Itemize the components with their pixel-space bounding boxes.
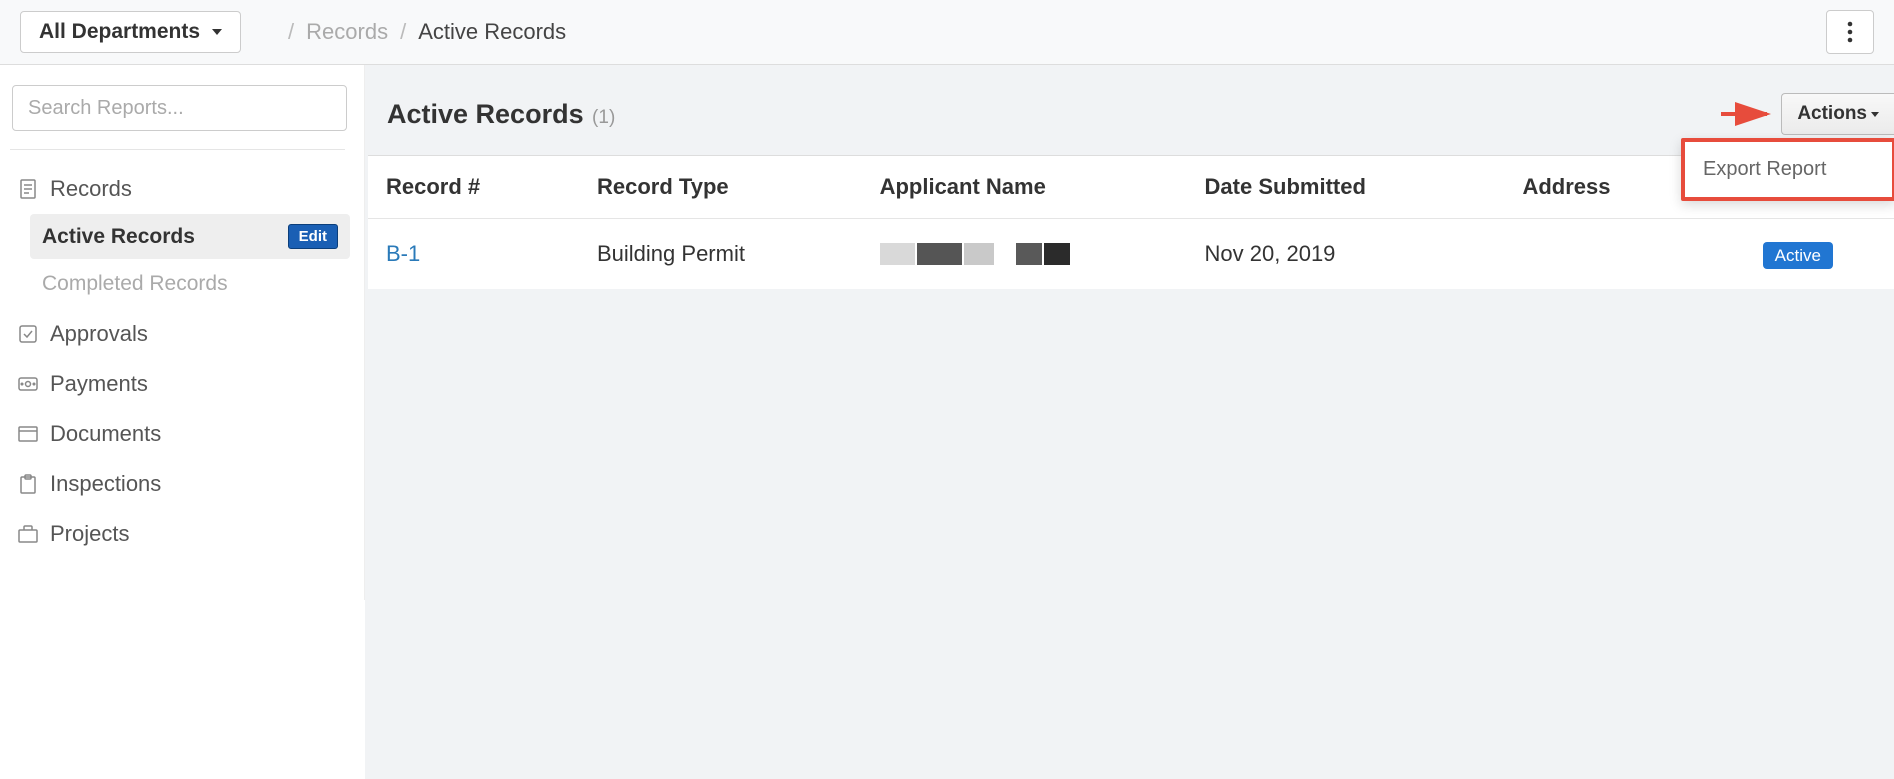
- sidebar-item-label: Documents: [50, 421, 161, 447]
- top-bar: All Departments / Records / Active Recor…: [0, 0, 1894, 65]
- file-icon: [18, 179, 38, 199]
- redacted-text: [880, 243, 1185, 265]
- chevron-down-icon: [212, 29, 222, 35]
- sidebar-item-projects[interactable]: Projects: [10, 509, 354, 559]
- sidebar-subnav-records: Active Records Edit Completed Records: [10, 214, 354, 306]
- clipboard-icon: [18, 474, 38, 494]
- record-link[interactable]: B-1: [386, 241, 420, 266]
- cell-record-type: Building Permit: [587, 219, 870, 290]
- cell-applicant-name: [870, 219, 1195, 290]
- breadcrumb-separator: /: [400, 19, 406, 45]
- department-dropdown-label: All Departments: [39, 20, 200, 44]
- more-options-button[interactable]: [1826, 10, 1874, 54]
- page-body: Records Active Records Edit Completed Re…: [0, 65, 1894, 779]
- table-row[interactable]: B-1 Building Permit Nov 20, 2019: [368, 219, 1894, 290]
- sidebar-item-label: Approvals: [50, 321, 148, 347]
- page-title-wrap: Active Records (1): [387, 99, 615, 130]
- sidebar-item-label: Records: [50, 176, 132, 202]
- cell-date-submitted: Nov 20, 2019: [1195, 219, 1513, 290]
- records-table-wrap: Record # Record Type Applicant Name Date…: [368, 155, 1894, 289]
- sidebar-item-inspections[interactable]: Inspections: [10, 459, 354, 509]
- sidebar-item-label: Payments: [50, 371, 148, 397]
- table-header-row: Record # Record Type Applicant Name Date…: [368, 156, 1894, 219]
- sidebar-subitem-completed-records[interactable]: Completed Records: [30, 262, 350, 306]
- column-header-date-submitted[interactable]: Date Submitted: [1195, 156, 1513, 219]
- sidebar-subitem-active-records[interactable]: Active Records Edit: [30, 214, 350, 259]
- actions-wrap: Actions Export Report: [1781, 93, 1894, 135]
- document-icon: [18, 424, 38, 444]
- cell-address: [1512, 219, 1752, 290]
- status-badge: Active: [1763, 242, 1833, 269]
- sidebar-subitem-label: Completed Records: [42, 272, 228, 296]
- breadcrumb-current: Active Records: [418, 19, 566, 45]
- briefcase-icon: [18, 524, 38, 544]
- actions-dropdown-menu: Export Report: [1681, 138, 1894, 201]
- cell-status: Active: [1753, 219, 1894, 290]
- dropdown-item-export-report[interactable]: Export Report: [1703, 154, 1874, 185]
- sidebar-item-payments[interactable]: Payments: [10, 359, 354, 409]
- check-square-icon: [18, 324, 38, 344]
- main-content: Active Records (1) Actions Export Report: [365, 65, 1894, 779]
- column-header-applicant-name[interactable]: Applicant Name: [870, 156, 1195, 219]
- breadcrumb-separator: /: [288, 19, 294, 45]
- sidebar-subitem-label: Active Records: [42, 225, 195, 249]
- sidebar-item-documents[interactable]: Documents: [10, 409, 354, 459]
- breadcrumb: / Records / Active Records: [276, 19, 566, 45]
- department-dropdown[interactable]: All Departments: [20, 11, 241, 53]
- sidebar-item-approvals[interactable]: Approvals: [10, 309, 354, 359]
- search-input[interactable]: [12, 85, 347, 131]
- breadcrumb-parent[interactable]: Records: [306, 19, 388, 45]
- actions-button-label: Actions: [1797, 103, 1867, 125]
- page-title-count: (1): [592, 107, 615, 128]
- money-icon: [18, 374, 38, 394]
- main-header: Active Records (1) Actions Export Report: [365, 65, 1894, 155]
- kebab-icon: [1847, 21, 1853, 43]
- chevron-down-icon: [1871, 112, 1879, 117]
- sidebar-item-label: Inspections: [50, 471, 161, 497]
- actions-button[interactable]: Actions: [1781, 93, 1894, 135]
- sidebar-item-label: Projects: [50, 521, 129, 547]
- edit-button[interactable]: Edit: [288, 224, 338, 249]
- sidebar: Records Active Records Edit Completed Re…: [0, 65, 365, 600]
- sidebar-item-records[interactable]: Records: [10, 164, 354, 214]
- column-header-record-number[interactable]: Record #: [368, 156, 587, 219]
- records-table: Record # Record Type Applicant Name Date…: [368, 156, 1894, 289]
- divider: [10, 149, 345, 150]
- page-title: Active Records: [387, 99, 584, 129]
- column-header-record-type[interactable]: Record Type: [587, 156, 870, 219]
